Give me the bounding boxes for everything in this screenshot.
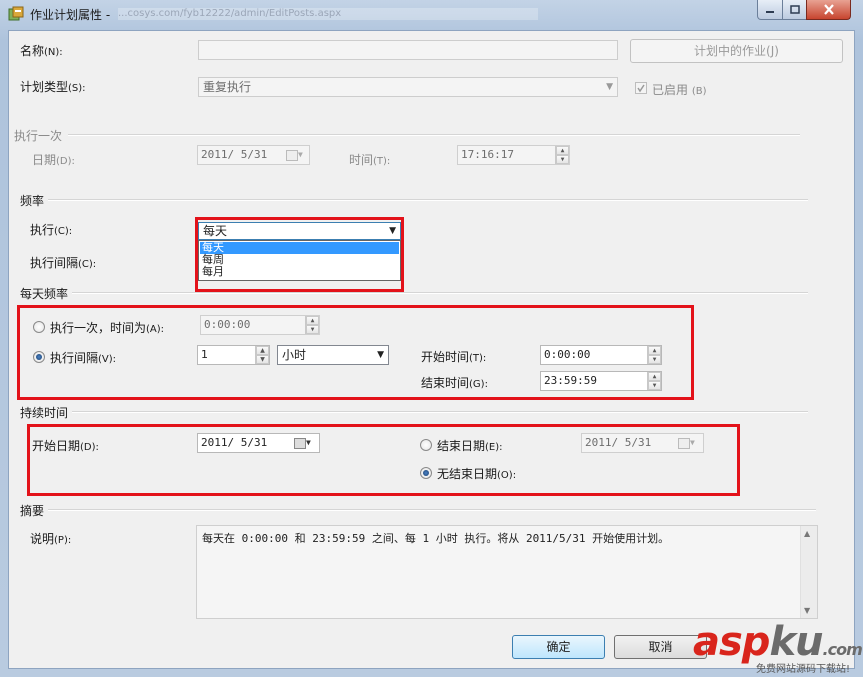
close-button[interactable]	[806, 0, 851, 20]
once-time-field[interactable]: 17:16:17 ▲ ▼	[457, 145, 570, 165]
section-divider	[72, 411, 808, 413]
name-field[interactable]	[198, 40, 618, 60]
minimize-icon	[766, 10, 774, 13]
jobs-in-schedule-button[interactable]: 计划中的作业(J)	[630, 39, 843, 63]
description-label: 说明(P):	[30, 532, 72, 546]
section-divider	[48, 509, 816, 511]
highlight-box-frequency	[195, 217, 404, 292]
scroll-up-icon: ▲	[804, 529, 811, 538]
once-date-value: 2011/ 5/31	[201, 148, 268, 161]
window-title: 作业计划属性 -	[30, 8, 111, 22]
section-summary: 摘要	[20, 504, 45, 518]
minimize-button[interactable]	[757, 0, 783, 20]
chevron-down-icon: ▼	[606, 82, 613, 92]
maximize-icon	[789, 5, 800, 14]
watermark-caption: 免费网站源码下载站!	[756, 664, 851, 675]
section-duration: 持续时间	[20, 406, 69, 420]
watermark-com: .com	[822, 640, 863, 659]
highlight-box-daily-frequency	[17, 305, 694, 400]
description-scrollbar[interactable]: ▲ ▼	[800, 526, 817, 618]
watermark-asp: asp	[693, 619, 770, 665]
schedule-type-select[interactable]: 重复执行 ▼	[198, 77, 618, 97]
schedule-type-label: 计划类型(S):	[20, 80, 86, 94]
once-date-label: 日期(D):	[32, 153, 75, 167]
section-divider	[72, 292, 808, 294]
ok-button[interactable]: 确定	[512, 635, 605, 659]
watermark-logo: aspku.com	[693, 619, 863, 665]
enabled-checkbox[interactable]	[635, 82, 647, 94]
description-textarea[interactable]: 每天在 0:00:00 和 23:59:59 之间、每 1 小时 执行。将从 2…	[196, 525, 818, 619]
frequency-interval-label: 执行间隔(C):	[30, 256, 97, 270]
title-bar[interactable]: 作业计划属性 - ...cosys.com/fyb12222/admin/Edi…	[0, 0, 863, 28]
scroll-down-icon: ▼	[804, 606, 811, 615]
section-divider	[48, 199, 808, 201]
frequency-exec-label: 执行(C):	[30, 223, 73, 237]
watermark-ku: ku	[769, 619, 823, 665]
enabled-label: 已启用 (B)	[652, 83, 707, 97]
once-date-field[interactable]: 2011/ 5/31 ▼	[197, 145, 310, 165]
section-frequency: 频率	[20, 194, 45, 208]
section-daily-frequency: 每天频率	[20, 287, 69, 301]
section-divider	[68, 134, 800, 136]
maximize-button[interactable]	[782, 0, 807, 20]
once-time-label: 时间(T):	[349, 153, 391, 167]
close-icon	[823, 4, 834, 15]
dialog-window: 作业计划属性 - ...cosys.com/fyb12222/admin/Edi…	[0, 0, 863, 677]
name-label: 名称(N):	[20, 44, 63, 58]
checkmark-icon	[637, 84, 645, 93]
section-execute-once: 执行一次	[14, 129, 63, 143]
highlight-box-duration	[27, 424, 740, 496]
schedule-app-icon	[8, 6, 24, 21]
chevron-down-icon: ▼	[298, 150, 303, 159]
schedule-type-value: 重复执行	[203, 80, 252, 94]
once-time-value: 17:16:17	[461, 148, 514, 161]
once-time-spinner[interactable]: ▲ ▼	[555, 146, 569, 164]
calendar-icon	[286, 150, 298, 161]
window-title-url: ...cosys.com/fyb12222/admin/EditPosts.as…	[118, 8, 538, 20]
description-text: 每天在 0:00:00 和 23:59:59 之间、每 1 小时 执行。将从 2…	[202, 532, 670, 545]
